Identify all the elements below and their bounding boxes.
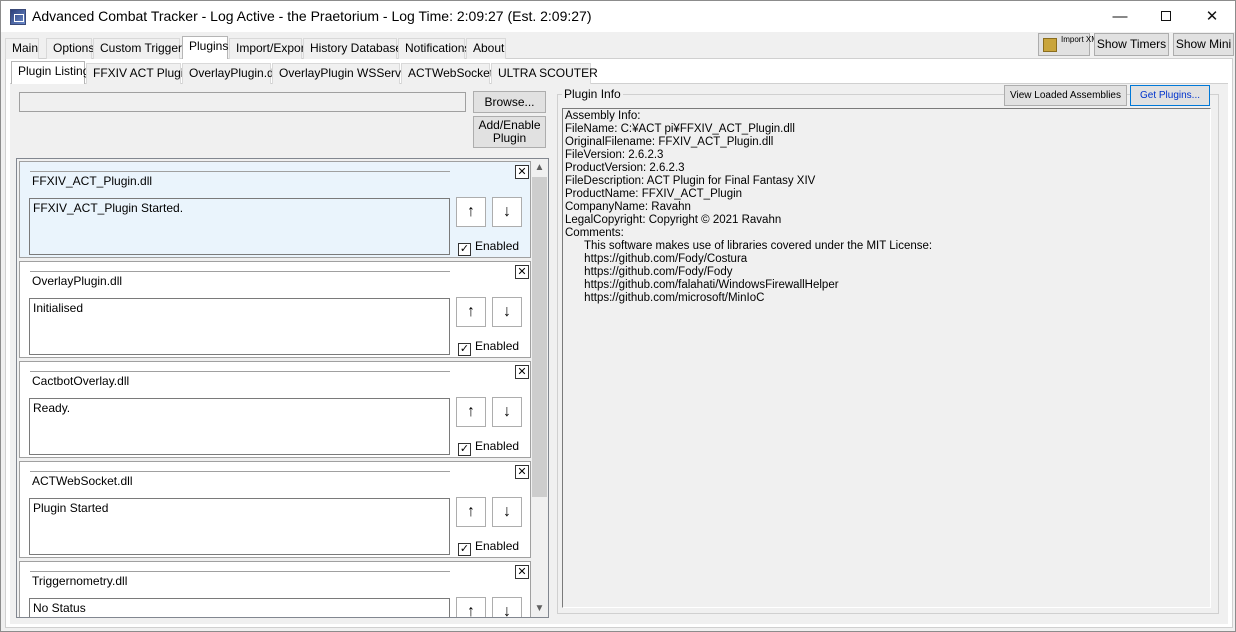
plugin-status-text[interactable]: Initialised — [29, 298, 450, 355]
tab-overlayplugin-wsserver[interactable]: OverlayPlugin WSServer — [272, 63, 412, 84]
plugin-path-input[interactable] — [19, 92, 466, 112]
tab-history-database[interactable]: History Database — [303, 38, 402, 59]
scrollbar[interactable]: ▲ ▼ — [531, 159, 548, 617]
info-line: LegalCopyright: Copyright © 2021 Ravahn — [565, 214, 782, 226]
plugin-info-text[interactable]: Assembly Info: FileName: C:¥ACT pi¥FFXIV_… — [562, 108, 1211, 608]
remove-plugin-icon[interactable]: ✕ — [515, 365, 529, 379]
info-line: ProductVersion: 2.6.2.3 — [565, 162, 685, 174]
plugin-status-text[interactable]: Plugin Started — [29, 498, 450, 555]
plugin-status-text[interactable]: No Status — [29, 598, 450, 617]
tab-overlayplugin-dll[interactable]: OverlayPlugin.dll — [182, 63, 279, 84]
tab-ultra-scouter[interactable]: ULTRA SCOUTER — [491, 63, 598, 84]
remove-plugin-icon[interactable]: ✕ — [515, 565, 529, 579]
tab-custom-triggers[interactable]: Custom Triggers — [93, 38, 188, 59]
move-down-arrow-icon[interactable]: ↓ — [492, 397, 522, 427]
info-line: https://github.com/microsoft/MinIoC — [565, 292, 765, 304]
close-button[interactable]: ✕ — [1189, 1, 1235, 32]
title-bar[interactable]: Advanced Combat Tracker - Log Active - t… — [1, 1, 1235, 32]
move-up-arrow-icon[interactable]: ↑ — [456, 497, 486, 527]
plugin-status-text[interactable]: Ready. — [29, 398, 450, 455]
info-line: https://github.com/Fody/Costura — [565, 253, 748, 265]
info-line: https://github.com/Fody/Fody — [565, 266, 733, 278]
plugin-name: CactbotOverlay.dll — [30, 371, 450, 391]
move-down-arrow-icon[interactable]: ↓ — [492, 197, 522, 227]
plugin-enabled-checkbox[interactable]: ✓ Enabled — [458, 239, 519, 256]
move-down-arrow-icon[interactable]: ↓ — [492, 497, 522, 527]
plugin-list[interactable]: FFXIV_ACT_Plugin.dll ✕ FFXIV_ACT_Plugin St… — [16, 158, 549, 618]
remove-plugin-icon[interactable]: ✕ — [515, 265, 529, 279]
plugin-status-text[interactable]: FFXIV_ACT_Plugin Started. — [29, 198, 450, 255]
app-window: Advanced Combat Tracker - Log Active - t… — [0, 0, 1236, 632]
move-down-arrow-icon[interactable]: ↓ — [492, 297, 522, 327]
app-icon — [10, 9, 26, 25]
info-line: CompanyName: Ravahn — [565, 201, 691, 213]
import-xml-label: Import XML — [1061, 35, 1103, 44]
plugin-enabled-checkbox[interactable]: ✓ Enabled — [458, 539, 519, 556]
enabled-label: Enabled — [475, 439, 520, 453]
minimize-button[interactable]: — — [1097, 1, 1143, 32]
clipboard-icon — [1043, 38, 1057, 52]
plugin-item[interactable]: ACTWebSocket.dll ✕ Plugin Started ↑ ↓ ✓ Enable… — [19, 461, 531, 558]
plugin-item[interactable]: OverlayPlugin.dll ✕ Initialised ↑ ↓ ✓ Enabled — [19, 261, 531, 358]
checkbox-icon: ✓ — [458, 443, 471, 456]
scroll-thumb[interactable] — [532, 177, 547, 497]
info-line: OriginalFilename: FFXIV_ACT_Plugin.dll — [565, 136, 774, 148]
tab-plugins[interactable]: Plugins — [182, 36, 228, 59]
plugin-item[interactable]: FFXIV_ACT_Plugin.dll ✕ FFXIV_ACT_Plugin St… — [19, 161, 531, 258]
tab-main[interactable]: Main — [5, 38, 39, 59]
enabled-label: Enabled — [475, 539, 520, 553]
plugin-enabled-checkbox[interactable]: ✓ Enabled — [458, 439, 519, 456]
info-line: https://github.com/falahati/WindowsFirew… — [565, 279, 839, 291]
import-xml-button[interactable]: Import XML — [1038, 33, 1103, 56]
browse-button[interactable]: Browse... — [473, 91, 546, 113]
move-up-arrow-icon[interactable]: ↑ — [456, 397, 486, 427]
plugin-info-legend: Plugin Info — [562, 87, 623, 101]
checkbox-icon: ✓ — [458, 343, 471, 356]
move-down-arrow-icon[interactable]: ↓ — [492, 597, 522, 617]
get-plugins-button[interactable]: Get Plugins... — [1130, 85, 1210, 106]
move-up-arrow-icon[interactable]: ↑ — [456, 197, 486, 227]
info-line: FileVersion: 2.6.2.3 — [565, 149, 664, 161]
info-line: FileDescription: ACT Plugin for Final Fa… — [565, 175, 816, 187]
info-line: Comments: — [565, 227, 624, 239]
tab-ffxiv-act-plugin[interactable]: FFXIV ACT Plugin — [86, 63, 190, 84]
move-up-arrow-icon[interactable]: ↑ — [456, 597, 486, 617]
view-loaded-assemblies-button[interactable]: View Loaded Assemblies — [1004, 85, 1127, 106]
plugin-name: ACTWebSocket.dll — [30, 471, 450, 491]
tab-plugin-listing[interactable]: Plugin Listing — [11, 61, 89, 84]
move-up-arrow-icon[interactable]: ↑ — [456, 297, 486, 327]
remove-plugin-icon[interactable]: ✕ — [515, 465, 529, 479]
scroll-down-icon[interactable]: ▼ — [531, 600, 548, 617]
plugin-item[interactable]: Triggernometry.dll✕No Status↑↓✓Enabled — [19, 561, 531, 617]
info-line: FileName: C:¥ACT pi¥FFXIV_ACT_Plugin.dll — [565, 123, 795, 135]
window-title: Advanced Combat Tracker - Log Active - t… — [32, 8, 592, 24]
checkbox-icon: ✓ — [458, 243, 471, 256]
enabled-label: Enabled — [475, 339, 520, 353]
add-enable-plugin-button[interactable]: Add/Enable Plugin — [473, 116, 546, 148]
enabled-label: Enabled — [475, 239, 520, 253]
tab-options[interactable]: Options — [46, 38, 94, 59]
tab-about[interactable]: About — [466, 38, 506, 59]
plugin-item[interactable]: CactbotOverlay.dll ✕ Ready. ↑ ↓ ✓ Enabled — [19, 361, 531, 458]
remove-plugin-icon[interactable]: ✕ — [515, 165, 529, 179]
plugin-name: FFXIV_ACT_Plugin.dll — [30, 171, 450, 191]
maximize-button[interactable] — [1143, 1, 1189, 32]
plugin-name: OverlayPlugin.dll — [30, 271, 450, 291]
info-line: This software makes use of libraries cov… — [565, 240, 933, 252]
maximize-icon — [1161, 10, 1171, 21]
tab-actwebsocket[interactable]: ACTWebSocket — [401, 63, 493, 84]
info-line: ProductName: FFXIV_ACT_Plugin — [565, 188, 743, 200]
tab-notifications[interactable]: Notifications — [398, 38, 470, 59]
show-mini-button[interactable]: Show Mini — [1173, 33, 1234, 56]
plugin-name: Triggernometry.dll — [30, 571, 450, 591]
info-line: Assembly Info: — [565, 110, 641, 122]
checkbox-icon: ✓ — [458, 543, 471, 556]
plugin-enabled-checkbox[interactable]: ✓ Enabled — [458, 339, 519, 356]
scroll-up-icon[interactable]: ▲ — [531, 159, 548, 176]
tab-import-export[interactable]: Import/Export — [229, 38, 308, 59]
show-timers-button[interactable]: Show Timers — [1094, 33, 1169, 56]
